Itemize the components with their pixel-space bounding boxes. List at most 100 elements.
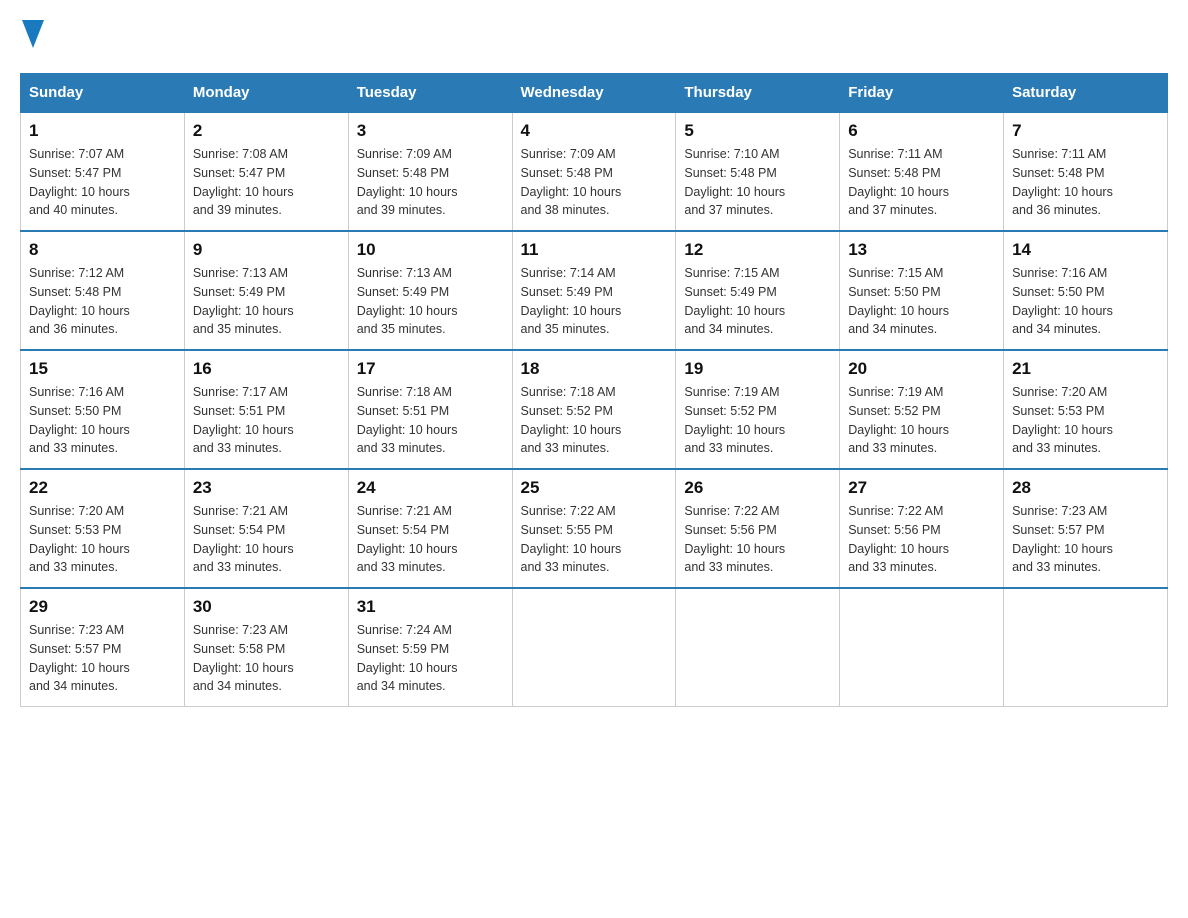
column-header-tuesday: Tuesday xyxy=(348,74,512,113)
calendar-cell: 19 Sunrise: 7:19 AM Sunset: 5:52 PM Dayl… xyxy=(676,350,840,469)
calendar-cell: 1 Sunrise: 7:07 AM Sunset: 5:47 PM Dayli… xyxy=(21,112,185,231)
calendar-cell: 22 Sunrise: 7:20 AM Sunset: 5:53 PM Dayl… xyxy=(21,469,185,588)
calendar-cell: 17 Sunrise: 7:18 AM Sunset: 5:51 PM Dayl… xyxy=(348,350,512,469)
calendar-cell: 23 Sunrise: 7:21 AM Sunset: 5:54 PM Dayl… xyxy=(184,469,348,588)
day-info: Sunrise: 7:12 AM Sunset: 5:48 PM Dayligh… xyxy=(29,264,176,339)
calendar-week-row: 8 Sunrise: 7:12 AM Sunset: 5:48 PM Dayli… xyxy=(21,231,1168,350)
calendar-cell: 31 Sunrise: 7:24 AM Sunset: 5:59 PM Dayl… xyxy=(348,588,512,707)
day-number: 3 xyxy=(357,121,504,141)
day-number: 23 xyxy=(193,478,340,498)
day-number: 22 xyxy=(29,478,176,498)
day-info: Sunrise: 7:10 AM Sunset: 5:48 PM Dayligh… xyxy=(684,145,831,220)
day-info: Sunrise: 7:15 AM Sunset: 5:50 PM Dayligh… xyxy=(848,264,995,339)
day-number: 13 xyxy=(848,240,995,260)
calendar-cell: 15 Sunrise: 7:16 AM Sunset: 5:50 PM Dayl… xyxy=(21,350,185,469)
day-info: Sunrise: 7:07 AM Sunset: 5:47 PM Dayligh… xyxy=(29,145,176,220)
day-info: Sunrise: 7:22 AM Sunset: 5:55 PM Dayligh… xyxy=(521,502,668,577)
day-info: Sunrise: 7:22 AM Sunset: 5:56 PM Dayligh… xyxy=(848,502,995,577)
column-header-saturday: Saturday xyxy=(1004,74,1168,113)
day-info: Sunrise: 7:24 AM Sunset: 5:59 PM Dayligh… xyxy=(357,621,504,696)
calendar-cell: 18 Sunrise: 7:18 AM Sunset: 5:52 PM Dayl… xyxy=(512,350,676,469)
day-number: 17 xyxy=(357,359,504,379)
calendar-cell: 8 Sunrise: 7:12 AM Sunset: 5:48 PM Dayli… xyxy=(21,231,185,350)
day-number: 26 xyxy=(684,478,831,498)
day-info: Sunrise: 7:20 AM Sunset: 5:53 PM Dayligh… xyxy=(1012,383,1159,458)
calendar-cell: 26 Sunrise: 7:22 AM Sunset: 5:56 PM Dayl… xyxy=(676,469,840,588)
calendar-table: SundayMondayTuesdayWednesdayThursdayFrid… xyxy=(20,73,1168,707)
day-number: 9 xyxy=(193,240,340,260)
day-number: 11 xyxy=(521,240,668,260)
day-info: Sunrise: 7:18 AM Sunset: 5:51 PM Dayligh… xyxy=(357,383,504,458)
day-number: 6 xyxy=(848,121,995,141)
column-header-monday: Monday xyxy=(184,74,348,113)
column-header-sunday: Sunday xyxy=(21,74,185,113)
day-info: Sunrise: 7:15 AM Sunset: 5:49 PM Dayligh… xyxy=(684,264,831,339)
day-number: 20 xyxy=(848,359,995,379)
day-info: Sunrise: 7:11 AM Sunset: 5:48 PM Dayligh… xyxy=(848,145,995,220)
calendar-cell xyxy=(512,588,676,707)
column-header-wednesday: Wednesday xyxy=(512,74,676,113)
calendar-cell: 28 Sunrise: 7:23 AM Sunset: 5:57 PM Dayl… xyxy=(1004,469,1168,588)
calendar-cell: 3 Sunrise: 7:09 AM Sunset: 5:48 PM Dayli… xyxy=(348,112,512,231)
calendar-cell: 9 Sunrise: 7:13 AM Sunset: 5:49 PM Dayli… xyxy=(184,231,348,350)
day-info: Sunrise: 7:21 AM Sunset: 5:54 PM Dayligh… xyxy=(357,502,504,577)
calendar-week-row: 15 Sunrise: 7:16 AM Sunset: 5:50 PM Dayl… xyxy=(21,350,1168,469)
day-info: Sunrise: 7:23 AM Sunset: 5:57 PM Dayligh… xyxy=(29,621,176,696)
calendar-cell: 30 Sunrise: 7:23 AM Sunset: 5:58 PM Dayl… xyxy=(184,588,348,707)
day-info: Sunrise: 7:19 AM Sunset: 5:52 PM Dayligh… xyxy=(684,383,831,458)
day-number: 2 xyxy=(193,121,340,141)
day-number: 25 xyxy=(521,478,668,498)
calendar-cell xyxy=(1004,588,1168,707)
day-number: 29 xyxy=(29,597,176,617)
column-header-friday: Friday xyxy=(840,74,1004,113)
calendar-cell: 14 Sunrise: 7:16 AM Sunset: 5:50 PM Dayl… xyxy=(1004,231,1168,350)
calendar-cell: 7 Sunrise: 7:11 AM Sunset: 5:48 PM Dayli… xyxy=(1004,112,1168,231)
day-number: 31 xyxy=(357,597,504,617)
calendar-cell xyxy=(840,588,1004,707)
day-number: 15 xyxy=(29,359,176,379)
column-header-thursday: Thursday xyxy=(676,74,840,113)
day-number: 27 xyxy=(848,478,995,498)
calendar-cell: 12 Sunrise: 7:15 AM Sunset: 5:49 PM Dayl… xyxy=(676,231,840,350)
day-info: Sunrise: 7:09 AM Sunset: 5:48 PM Dayligh… xyxy=(357,145,504,220)
day-number: 28 xyxy=(1012,478,1159,498)
calendar-header-row: SundayMondayTuesdayWednesdayThursdayFrid… xyxy=(21,74,1168,113)
calendar-cell: 6 Sunrise: 7:11 AM Sunset: 5:48 PM Dayli… xyxy=(840,112,1004,231)
day-info: Sunrise: 7:23 AM Sunset: 5:58 PM Dayligh… xyxy=(193,621,340,696)
calendar-week-row: 29 Sunrise: 7:23 AM Sunset: 5:57 PM Dayl… xyxy=(21,588,1168,707)
calendar-cell: 11 Sunrise: 7:14 AM Sunset: 5:49 PM Dayl… xyxy=(512,231,676,350)
logo-arrow-icon xyxy=(22,20,44,53)
day-number: 4 xyxy=(521,121,668,141)
day-number: 5 xyxy=(684,121,831,141)
day-info: Sunrise: 7:20 AM Sunset: 5:53 PM Dayligh… xyxy=(29,502,176,577)
page-header xyxy=(20,20,1168,53)
day-info: Sunrise: 7:16 AM Sunset: 5:50 PM Dayligh… xyxy=(29,383,176,458)
calendar-cell: 13 Sunrise: 7:15 AM Sunset: 5:50 PM Dayl… xyxy=(840,231,1004,350)
calendar-week-row: 22 Sunrise: 7:20 AM Sunset: 5:53 PM Dayl… xyxy=(21,469,1168,588)
day-number: 19 xyxy=(684,359,831,379)
calendar-week-row: 1 Sunrise: 7:07 AM Sunset: 5:47 PM Dayli… xyxy=(21,112,1168,231)
day-info: Sunrise: 7:21 AM Sunset: 5:54 PM Dayligh… xyxy=(193,502,340,577)
day-info: Sunrise: 7:17 AM Sunset: 5:51 PM Dayligh… xyxy=(193,383,340,458)
day-info: Sunrise: 7:11 AM Sunset: 5:48 PM Dayligh… xyxy=(1012,145,1159,220)
day-info: Sunrise: 7:18 AM Sunset: 5:52 PM Dayligh… xyxy=(521,383,668,458)
calendar-cell: 2 Sunrise: 7:08 AM Sunset: 5:47 PM Dayli… xyxy=(184,112,348,231)
calendar-cell xyxy=(676,588,840,707)
day-info: Sunrise: 7:14 AM Sunset: 5:49 PM Dayligh… xyxy=(521,264,668,339)
calendar-cell: 20 Sunrise: 7:19 AM Sunset: 5:52 PM Dayl… xyxy=(840,350,1004,469)
calendar-cell: 29 Sunrise: 7:23 AM Sunset: 5:57 PM Dayl… xyxy=(21,588,185,707)
day-number: 10 xyxy=(357,240,504,260)
calendar-cell: 27 Sunrise: 7:22 AM Sunset: 5:56 PM Dayl… xyxy=(840,469,1004,588)
day-number: 1 xyxy=(29,121,176,141)
day-info: Sunrise: 7:19 AM Sunset: 5:52 PM Dayligh… xyxy=(848,383,995,458)
day-number: 21 xyxy=(1012,359,1159,379)
day-number: 24 xyxy=(357,478,504,498)
day-info: Sunrise: 7:23 AM Sunset: 5:57 PM Dayligh… xyxy=(1012,502,1159,577)
calendar-cell: 5 Sunrise: 7:10 AM Sunset: 5:48 PM Dayli… xyxy=(676,112,840,231)
day-info: Sunrise: 7:08 AM Sunset: 5:47 PM Dayligh… xyxy=(193,145,340,220)
calendar-cell: 25 Sunrise: 7:22 AM Sunset: 5:55 PM Dayl… xyxy=(512,469,676,588)
day-info: Sunrise: 7:16 AM Sunset: 5:50 PM Dayligh… xyxy=(1012,264,1159,339)
day-number: 16 xyxy=(193,359,340,379)
day-number: 7 xyxy=(1012,121,1159,141)
day-info: Sunrise: 7:22 AM Sunset: 5:56 PM Dayligh… xyxy=(684,502,831,577)
